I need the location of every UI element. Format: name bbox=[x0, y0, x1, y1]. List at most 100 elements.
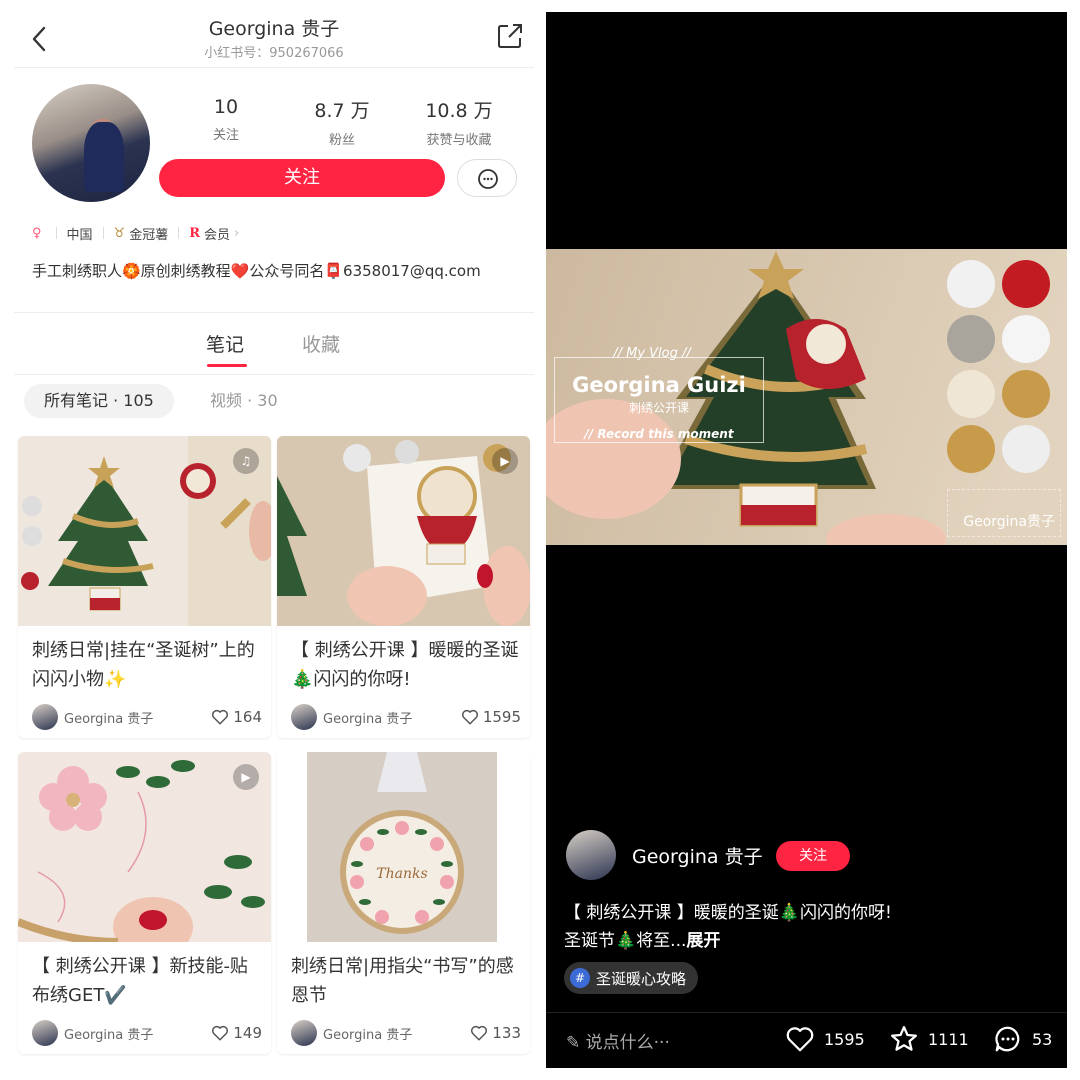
note-title: 刺绣日常|用指尖“书写”的感恩节 bbox=[291, 956, 514, 1006]
like-count: 133 bbox=[492, 1024, 521, 1042]
like-button[interactable]: 133 bbox=[470, 1024, 521, 1042]
note-footer: Georgina 贵子 1595 bbox=[291, 703, 521, 731]
note-thumbnail: Thanks bbox=[277, 752, 530, 942]
share-icon[interactable] bbox=[496, 22, 524, 50]
award-label: 金冠薯 bbox=[129, 227, 169, 243]
vlog-title: Georgina Guizi bbox=[572, 373, 746, 397]
comment-count: 53 bbox=[1032, 1029, 1053, 1049]
location-label: 中国 bbox=[66, 227, 93, 243]
note-author: Georgina 贵子 bbox=[64, 1027, 154, 1043]
tab-favorites[interactable]: 收藏 bbox=[302, 330, 340, 357]
chat-icon bbox=[478, 169, 498, 189]
stat-followers[interactable]: 8.7 万 粉丝 bbox=[282, 96, 402, 148]
member-label: 会员 bbox=[204, 227, 231, 243]
comment-input[interactable]: ✎ 说点什么··· bbox=[566, 1028, 670, 1053]
heart-icon bbox=[212, 709, 229, 725]
comment-button[interactable]: 53 bbox=[992, 1024, 1052, 1054]
note-author: Georgina 贵子 bbox=[323, 1027, 413, 1043]
profile-page: Georgina 贵子 小红书号：950267066 10 关注 8.7 万 粉… bbox=[14, 12, 534, 1068]
comment-placeholder: 说点什么··· bbox=[585, 1033, 670, 1053]
stat-following-value: 10 bbox=[213, 96, 239, 118]
vlog-tag: // My Vlog // bbox=[613, 346, 691, 361]
follow-button[interactable]: 关注 bbox=[159, 159, 445, 197]
like-button[interactable]: 1595 bbox=[784, 1024, 865, 1054]
like-count: 1595 bbox=[824, 1029, 865, 1049]
heart-icon bbox=[786, 1027, 814, 1052]
vlog-record: // Record this moment bbox=[584, 427, 734, 441]
location-tag: 中国 bbox=[67, 224, 93, 243]
author-avatar[interactable] bbox=[566, 830, 616, 880]
female-icon: ♀ bbox=[32, 225, 42, 241]
collect-button[interactable]: 1111 bbox=[888, 1024, 969, 1054]
collect-count: 1111 bbox=[928, 1029, 969, 1049]
like-count: 149 bbox=[233, 1024, 262, 1042]
screen: Georgina 贵子 小红书号：950267066 10 关注 8.7 万 粉… bbox=[0, 0, 1080, 1080]
topic-label: 圣诞暖心攻略 bbox=[596, 969, 687, 988]
expand-link[interactable]: 展开 bbox=[686, 931, 720, 951]
like-count: 164 bbox=[233, 708, 262, 726]
profile-avatar[interactable] bbox=[32, 84, 150, 202]
message-button[interactable] bbox=[457, 159, 517, 197]
note-card[interactable]: ♫ 刺绣日常|挂在“圣诞树”上的闪闪小物✨ Georgina 贵子 164 bbox=[18, 436, 271, 738]
follow-button[interactable]: 关注 bbox=[776, 841, 850, 871]
music-icon: ♫ bbox=[233, 448, 259, 474]
pencil-icon: ✎ bbox=[566, 1033, 581, 1053]
profile-top-bar: Georgina 贵子 小红书号：950267066 bbox=[14, 12, 534, 68]
note-card[interactable]: ▶ 【 刺绣公开课 】新技能-贴布绣GET✔️ Georgina 贵子 149 bbox=[18, 752, 271, 1054]
stat-likes-label: 获赞与收藏 bbox=[426, 133, 492, 148]
note-footer: Georgina 贵子 133 bbox=[291, 1019, 521, 1047]
note-author: Georgina 贵子 bbox=[323, 711, 413, 727]
author-avatar bbox=[291, 1020, 317, 1046]
heart-icon bbox=[461, 709, 478, 725]
author-avatar bbox=[291, 704, 317, 730]
author-avatar bbox=[32, 704, 58, 730]
like-button[interactable]: 164 bbox=[211, 708, 262, 726]
member-tag[interactable]: R 会员 › bbox=[189, 224, 239, 243]
divider bbox=[546, 1012, 1067, 1013]
like-button[interactable]: 1595 bbox=[461, 708, 521, 726]
tag-divider bbox=[55, 227, 57, 239]
tag-divider bbox=[178, 227, 180, 239]
svg-text:Thanks: Thanks bbox=[376, 866, 427, 882]
author-name[interactable]: Georgina 贵子 bbox=[632, 842, 763, 869]
divider bbox=[14, 374, 534, 375]
post-description-line2[interactable]: 圣诞节🎄将至...展开 bbox=[564, 926, 720, 951]
stat-following-label: 关注 bbox=[212, 128, 239, 143]
note-footer: Georgina 贵子 149 bbox=[32, 1019, 262, 1047]
profile-id: 小红书号：950267066 bbox=[204, 46, 344, 61]
video-watermark: Georgina贵子 bbox=[963, 514, 1055, 530]
note-card[interactable]: Thanks 刺绣日常|用指尖“书写”的感恩节 Georgina 贵子 133 bbox=[277, 752, 530, 1054]
profile-bio: 手工刺绣职人🏵️原创刺绣教程❤️公众号同名📮6358017@qq.com bbox=[32, 262, 481, 280]
heart-icon bbox=[471, 1025, 488, 1041]
note-title: 刺绣日常|挂在“圣诞树”上的闪闪小物✨ bbox=[32, 640, 255, 690]
tab-notes[interactable]: 笔记 bbox=[206, 330, 244, 357]
author-avatar bbox=[32, 1020, 58, 1046]
note-footer: Georgina 贵子 164 bbox=[32, 703, 262, 731]
stat-following[interactable]: 10 关注 bbox=[166, 96, 286, 143]
hashtag-icon: # bbox=[570, 968, 590, 988]
profile-name: Georgina 贵子 bbox=[208, 18, 340, 40]
award-tag[interactable]: ♉ 金冠薯 bbox=[114, 224, 169, 243]
like-button[interactable]: 149 bbox=[211, 1024, 262, 1042]
note-author: Georgina 贵子 bbox=[64, 711, 154, 727]
filter-all-notes[interactable]: 所有笔记 · 105 bbox=[24, 384, 174, 418]
post-description-text: 圣诞节🎄将至... bbox=[564, 931, 687, 951]
medal-icon: ♉ bbox=[113, 225, 126, 241]
like-count: 1595 bbox=[482, 708, 521, 726]
note-card[interactable]: ▶ 【 刺绣公开课 】暖暖的圣诞🎄闪闪的你呀! Georgina 贵子 1595 bbox=[277, 436, 530, 738]
profile-tags: ♀ 中国 ♉ 金冠薯 R 会员 › bbox=[32, 222, 249, 244]
heart-icon bbox=[212, 1025, 229, 1041]
star-icon bbox=[891, 1026, 917, 1051]
play-icon: ▶ bbox=[233, 764, 259, 790]
topic-tag[interactable]: # 圣诞暖心攻略 bbox=[564, 962, 699, 994]
post-description: 【 刺绣公开课 】暖暖的圣诞🎄闪闪的你呀! bbox=[564, 903, 892, 923]
play-icon: ▶ bbox=[492, 448, 518, 474]
tag-divider bbox=[102, 227, 104, 239]
filter-videos[interactable]: 视频 · 30 bbox=[210, 384, 278, 418]
video-frame[interactable]: // My Vlog // Georgina Guizi 刺绣公开课 // Re… bbox=[546, 249, 1067, 545]
note-title: 【 刺绣公开课 】暖暖的圣诞🎄闪闪的你呀! bbox=[291, 640, 519, 690]
comment-icon bbox=[995, 1026, 1020, 1052]
stat-followers-value: 8.7 万 bbox=[314, 100, 370, 122]
gender-tag: ♀ bbox=[32, 226, 46, 241]
stat-likes[interactable]: 10.8 万 获赞与收藏 bbox=[399, 96, 519, 148]
